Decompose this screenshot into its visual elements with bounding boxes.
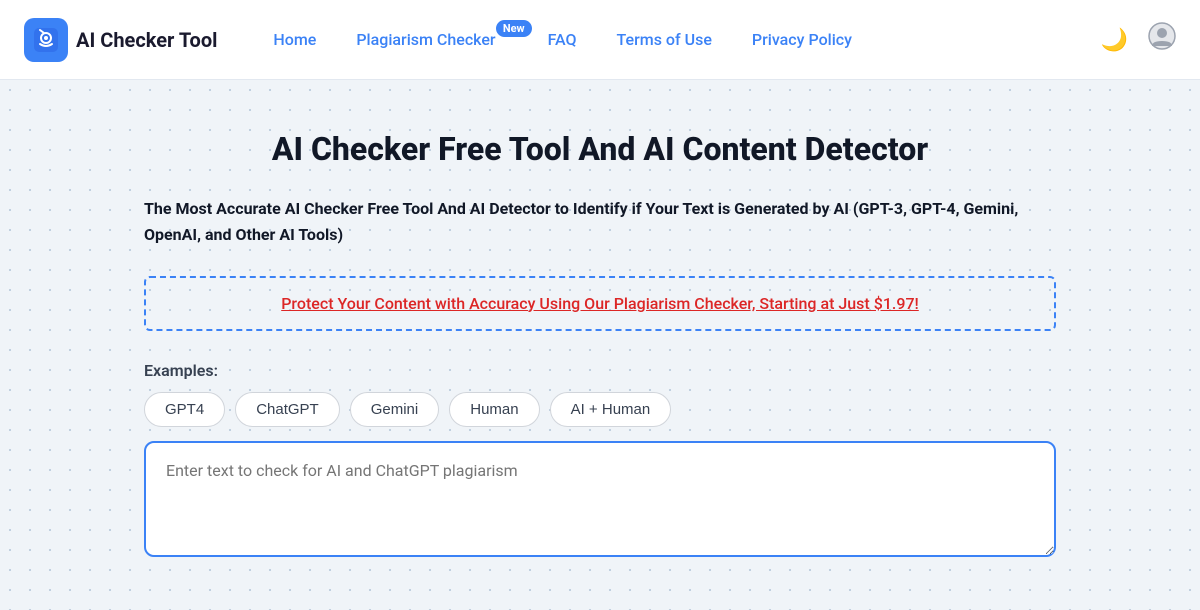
page-title: AI Checker Free Tool And AI Content Dete…	[144, 130, 1056, 168]
text-input[interactable]	[144, 441, 1056, 557]
examples-pills: GPT4 ChatGPT Gemini Human AI + Human	[144, 392, 1056, 427]
new-badge: New	[496, 20, 532, 37]
examples-section: Examples: GPT4 ChatGPT Gemini Human AI +…	[144, 361, 1056, 427]
subtitle: The Most Accurate AI Checker Free Tool A…	[144, 196, 1024, 247]
brand-logo[interactable]: AI Checker Tool	[24, 18, 217, 62]
example-ai-human[interactable]: AI + Human	[550, 392, 672, 427]
navbar: AI Checker Tool Home Plagiarism Checker …	[0, 0, 1200, 80]
nav-right: 🌙	[1097, 22, 1176, 57]
user-icon	[1148, 22, 1176, 57]
nav-privacy-label: Privacy Policy	[752, 30, 852, 49]
nav-faq-label: FAQ	[548, 30, 577, 49]
example-chatgpt[interactable]: ChatGPT	[235, 392, 340, 427]
nav-faq[interactable]: FAQ	[532, 22, 593, 57]
promo-banner: Protect Your Content with Accuracy Using…	[144, 276, 1056, 331]
example-gemini[interactable]: Gemini	[350, 392, 440, 427]
nav-plagiarism-label: Plagiarism Checker	[356, 30, 495, 49]
moon-icon: 🌙	[1101, 27, 1128, 53]
promo-link[interactable]: Protect Your Content with Accuracy Using…	[281, 294, 919, 313]
nav-privacy[interactable]: Privacy Policy	[736, 22, 868, 57]
nav-links: Home Plagiarism Checker New FAQ Terms of…	[257, 22, 1096, 57]
brand-icon	[24, 18, 68, 62]
nav-terms[interactable]: Terms of Use	[601, 22, 728, 57]
nav-home[interactable]: Home	[257, 22, 332, 57]
example-gpt4[interactable]: GPT4	[144, 392, 225, 427]
nav-plagiarism-checker[interactable]: Plagiarism Checker New	[340, 22, 523, 57]
user-avatar-button[interactable]	[1148, 22, 1176, 57]
nav-home-label: Home	[273, 30, 316, 49]
examples-label: Examples:	[144, 361, 1056, 380]
nav-terms-label: Terms of Use	[617, 30, 712, 49]
main-content: AI Checker Free Tool And AI Content Dete…	[120, 80, 1080, 591]
example-human[interactable]: Human	[449, 392, 539, 427]
brand-name: AI Checker Tool	[76, 28, 217, 52]
dark-mode-toggle[interactable]: 🌙	[1097, 23, 1132, 57]
